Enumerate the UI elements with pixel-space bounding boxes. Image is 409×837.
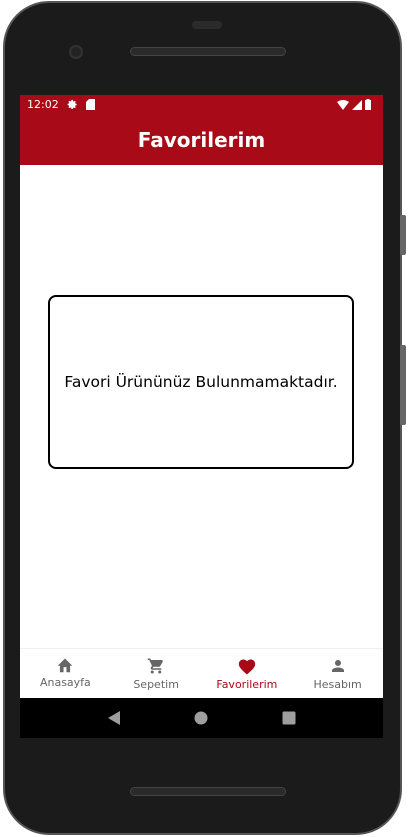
- bottom-navigation: Anasayfa Sepetim Favorilerim Hesabım: [20, 648, 383, 698]
- nav-item-account[interactable]: Hesabım: [292, 649, 383, 698]
- nav-item-favorites[interactable]: Favorilerim: [202, 649, 293, 698]
- favorites-content: Favori Ürününüz Bulunmamaktadır.: [20, 165, 383, 648]
- signal-icon: [352, 99, 362, 110]
- power-button[interactable]: [400, 215, 406, 255]
- nav-item-cart[interactable]: Sepetim: [111, 649, 202, 698]
- nav-item-home[interactable]: Anasayfa: [20, 649, 111, 698]
- back-icon[interactable]: [107, 711, 121, 725]
- settings-icon: [67, 99, 78, 110]
- heart-icon: [238, 659, 256, 675]
- wifi-icon: [337, 99, 349, 110]
- front-camera: [69, 45, 83, 59]
- sd-card-icon: [85, 99, 95, 110]
- nav-label: Favorilerim: [216, 678, 278, 691]
- empty-favorites-card: Favori Ürününüz Bulunmamaktadır.: [48, 295, 354, 469]
- empty-message: Favori Ürününüz Bulunmamaktadır.: [64, 373, 338, 391]
- nav-label: Sepetim: [133, 678, 179, 691]
- person-icon: [331, 660, 344, 672]
- earpiece-speaker: [130, 47, 286, 56]
- battery-icon: [365, 99, 371, 110]
- status-bar: 12:02: [20, 95, 383, 114]
- system-navigation-bar: [20, 698, 383, 738]
- bottom-speaker: [130, 787, 286, 796]
- recents-icon[interactable]: [282, 711, 296, 725]
- nav-label: Hesabım: [313, 678, 362, 691]
- status-time: 12:02: [27, 98, 59, 111]
- sensor: [192, 21, 222, 29]
- nav-label: Anasayfa: [39, 676, 91, 689]
- screen: 12:02 Favorilerim Favori Ürününüz Bulunm…: [20, 95, 383, 738]
- home-button-icon[interactable]: [194, 711, 208, 725]
- home-icon: [58, 658, 73, 673]
- cart-icon: [147, 658, 164, 674]
- volume-button[interactable]: [400, 345, 406, 425]
- page-title: Favorilerim: [137, 127, 266, 152]
- app-bar: Favorilerim: [20, 114, 383, 165]
